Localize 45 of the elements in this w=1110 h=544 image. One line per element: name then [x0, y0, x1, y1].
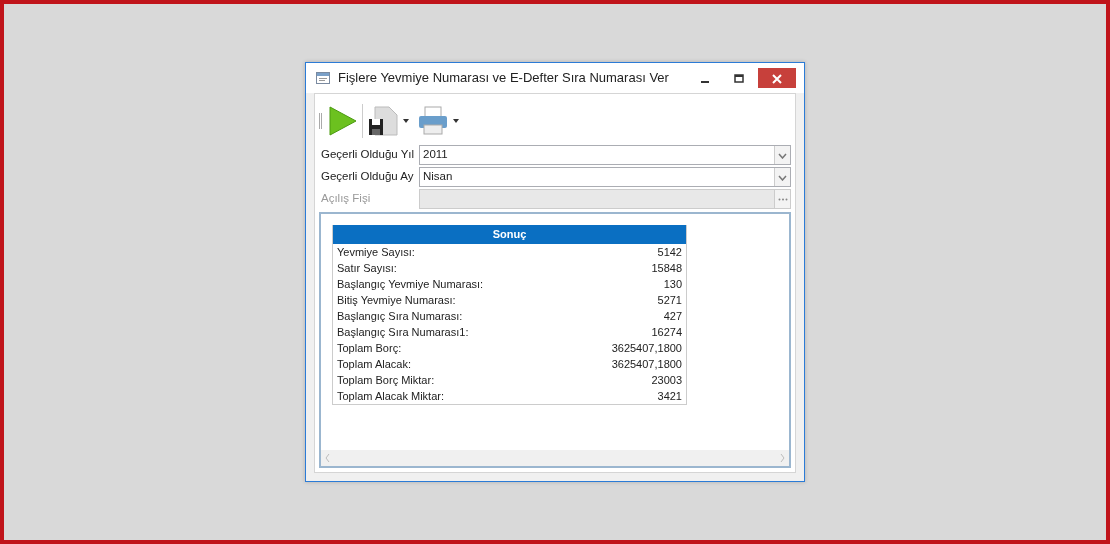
row-value: 130 [663, 276, 682, 292]
save-button[interactable] [367, 104, 409, 137]
field-label: Açılış Fişi [320, 191, 372, 207]
dropdown-field[interactable]: Nisan [419, 166, 791, 187]
chevron-down-icon[interactable] [774, 145, 790, 164]
field-label: Geçerli Olduğu Yıl [320, 147, 416, 163]
row-label: Başlangıç Sıra Numarası1: [337, 324, 469, 340]
row-label: Satır Sayısı: [337, 260, 397, 276]
row-label: Toplam Borç Miktar: [337, 372, 435, 388]
caret-icon [453, 118, 459, 123]
field-label: Geçerli Olduğu Ay [320, 169, 415, 185]
run-button[interactable] [326, 104, 358, 137]
row-value: 3625407,1800 [611, 340, 682, 356]
ellipsis-icon[interactable] [774, 189, 790, 208]
row-value: 5271 [657, 292, 682, 308]
minimize-icon [701, 80, 709, 83]
row-value: 427 [663, 308, 682, 324]
table-header: Sonuç [333, 224, 686, 244]
lookup-field[interactable] [419, 188, 791, 209]
row-label: Bitiş Yevmiye Numarası: [337, 292, 456, 308]
close-icon [772, 73, 782, 84]
window-icon [316, 72, 330, 84]
row-value: 16274 [651, 324, 682, 340]
row-value: 23003 [651, 372, 682, 388]
row-label: Toplam Alacak Miktar: [337, 388, 444, 404]
row-label: Başlangıç Sıra Numarası: [337, 308, 463, 324]
caret-icon [403, 118, 409, 123]
print-button[interactable] [417, 104, 459, 137]
horizontal-scrollbar[interactable] [321, 450, 789, 466]
scroll-left-icon[interactable] [325, 454, 330, 462]
chevron-down-icon[interactable] [774, 167, 790, 186]
row-value: 5142 [657, 244, 682, 260]
row-label: Toplam Alacak: [337, 356, 411, 372]
window-title: Fişlere Yevmiye Numarası ve E-Defter Sıra Numarası Ver [338, 69, 669, 88]
maximize-icon [734, 73, 744, 84]
row-value: 3625407,1800 [611, 356, 682, 372]
row-label: Yevmiye Sayısı: [337, 244, 415, 260]
close-button[interactable] [758, 68, 796, 88]
row-value: 15848 [651, 260, 682, 276]
toolbar-grip-icon [319, 112, 322, 129]
row-label: Başlangıç Yevmiye Numarası: [337, 276, 484, 292]
row-value: 3421 [657, 388, 682, 404]
row-label: Toplam Borç: [337, 340, 402, 356]
dropdown-field[interactable]: 2011 [419, 144, 791, 165]
scroll-right-icon[interactable] [780, 454, 785, 462]
